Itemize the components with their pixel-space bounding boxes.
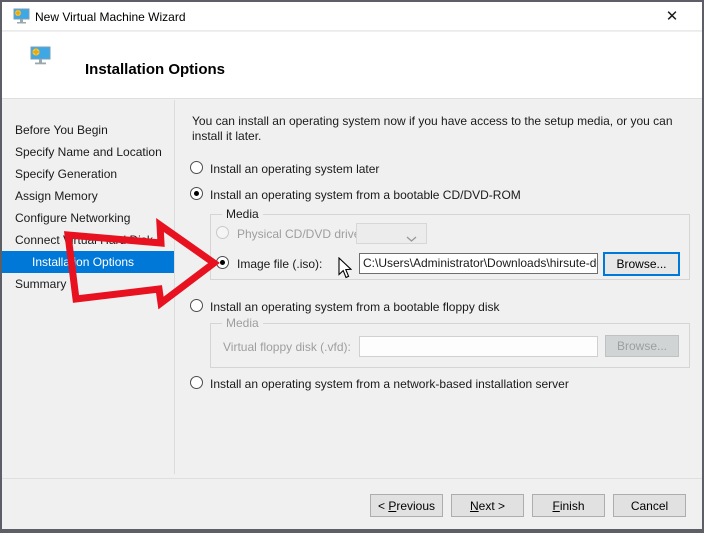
title-bar: New Virtual Machine Wizard ✕	[2, 2, 702, 31]
new-vm-wizard-window: New Virtual Machine Wizard ✕ Installatio…	[0, 0, 704, 533]
sidebar-item-connect-virtual-hard-disk[interactable]: Connect Virtual Hard Disk	[2, 229, 174, 251]
radio-install-later-label[interactable]: Install an operating system later	[210, 162, 379, 176]
previous-button-key: P	[388, 499, 396, 513]
cancel-button[interactable]: Cancel	[613, 494, 686, 517]
hyperv-app-icon	[13, 8, 30, 27]
page-title: Installation Options	[85, 61, 225, 78]
wizard-steps-sidebar: Before You Begin Specify Name and Locati…	[2, 100, 175, 474]
browse-iso-button[interactable]: Browse...	[603, 252, 680, 276]
finish-button-rest: inish	[560, 499, 585, 513]
radio-install-later[interactable]	[190, 161, 203, 174]
sidebar-item-summary[interactable]: Summary	[2, 273, 174, 295]
wizard-header: Installation Options	[2, 32, 702, 99]
wizard-page-icon	[30, 46, 51, 68]
previous-button[interactable]: < Previous	[370, 494, 443, 517]
vfd-path-input	[359, 336, 598, 357]
next-button-key: N	[470, 499, 479, 513]
finish-button-key: F	[552, 499, 559, 513]
close-icon[interactable]: ✕	[660, 7, 684, 27]
cd-media-group-label: Media	[222, 207, 263, 221]
radio-physical-drive	[216, 226, 229, 239]
radio-image-file[interactable]	[216, 256, 229, 269]
sidebar-item-assign-memory[interactable]: Assign Memory	[2, 185, 174, 207]
radio-install-network[interactable]	[190, 376, 203, 389]
finish-button[interactable]: Finish	[532, 494, 605, 517]
browse-vfd-button: Browse...	[605, 335, 679, 357]
iso-path-input[interactable]: C:\Users\Administrator\Downloads\hirsute…	[359, 253, 598, 274]
sidebar-item-installation-options[interactable]: Installation Options	[2, 251, 174, 273]
radio-install-floppy-label[interactable]: Install an operating system from a boota…	[210, 300, 500, 314]
radio-install-cd[interactable]	[190, 187, 203, 200]
radio-image-file-label[interactable]: Image file (.iso):	[237, 257, 322, 271]
sidebar-item-before-you-begin[interactable]: Before You Begin	[2, 119, 174, 141]
footer-bar: < Previous Next > Finish Cancel	[2, 478, 702, 529]
previous-button-rest: revious	[396, 499, 435, 513]
sidebar-item-specify-generation[interactable]: Specify Generation	[2, 163, 174, 185]
previous-button-prefix: <	[378, 499, 388, 513]
radio-install-network-label[interactable]: Install an operating system from a netwo…	[210, 377, 569, 391]
window-title: New Virtual Machine Wizard	[35, 10, 186, 24]
chevron-down-icon	[406, 231, 417, 245]
radio-physical-drive-label: Physical CD/DVD drive:	[237, 227, 364, 241]
sidebar-item-configure-networking[interactable]: Configure Networking	[2, 207, 174, 229]
radio-install-floppy[interactable]	[190, 299, 203, 312]
intro-text: You can install an operating system now …	[192, 114, 700, 144]
next-button-rest: ext >	[479, 499, 505, 513]
vfd-label: Virtual floppy disk (.vfd):	[223, 340, 351, 354]
sidebar-item-specify-name-location[interactable]: Specify Name and Location	[2, 141, 174, 163]
next-button[interactable]: Next >	[451, 494, 524, 517]
radio-install-cd-label[interactable]: Install an operating system from a boota…	[210, 188, 521, 202]
physical-drive-dropdown	[356, 223, 427, 244]
floppy-media-group-label: Media	[222, 316, 263, 330]
